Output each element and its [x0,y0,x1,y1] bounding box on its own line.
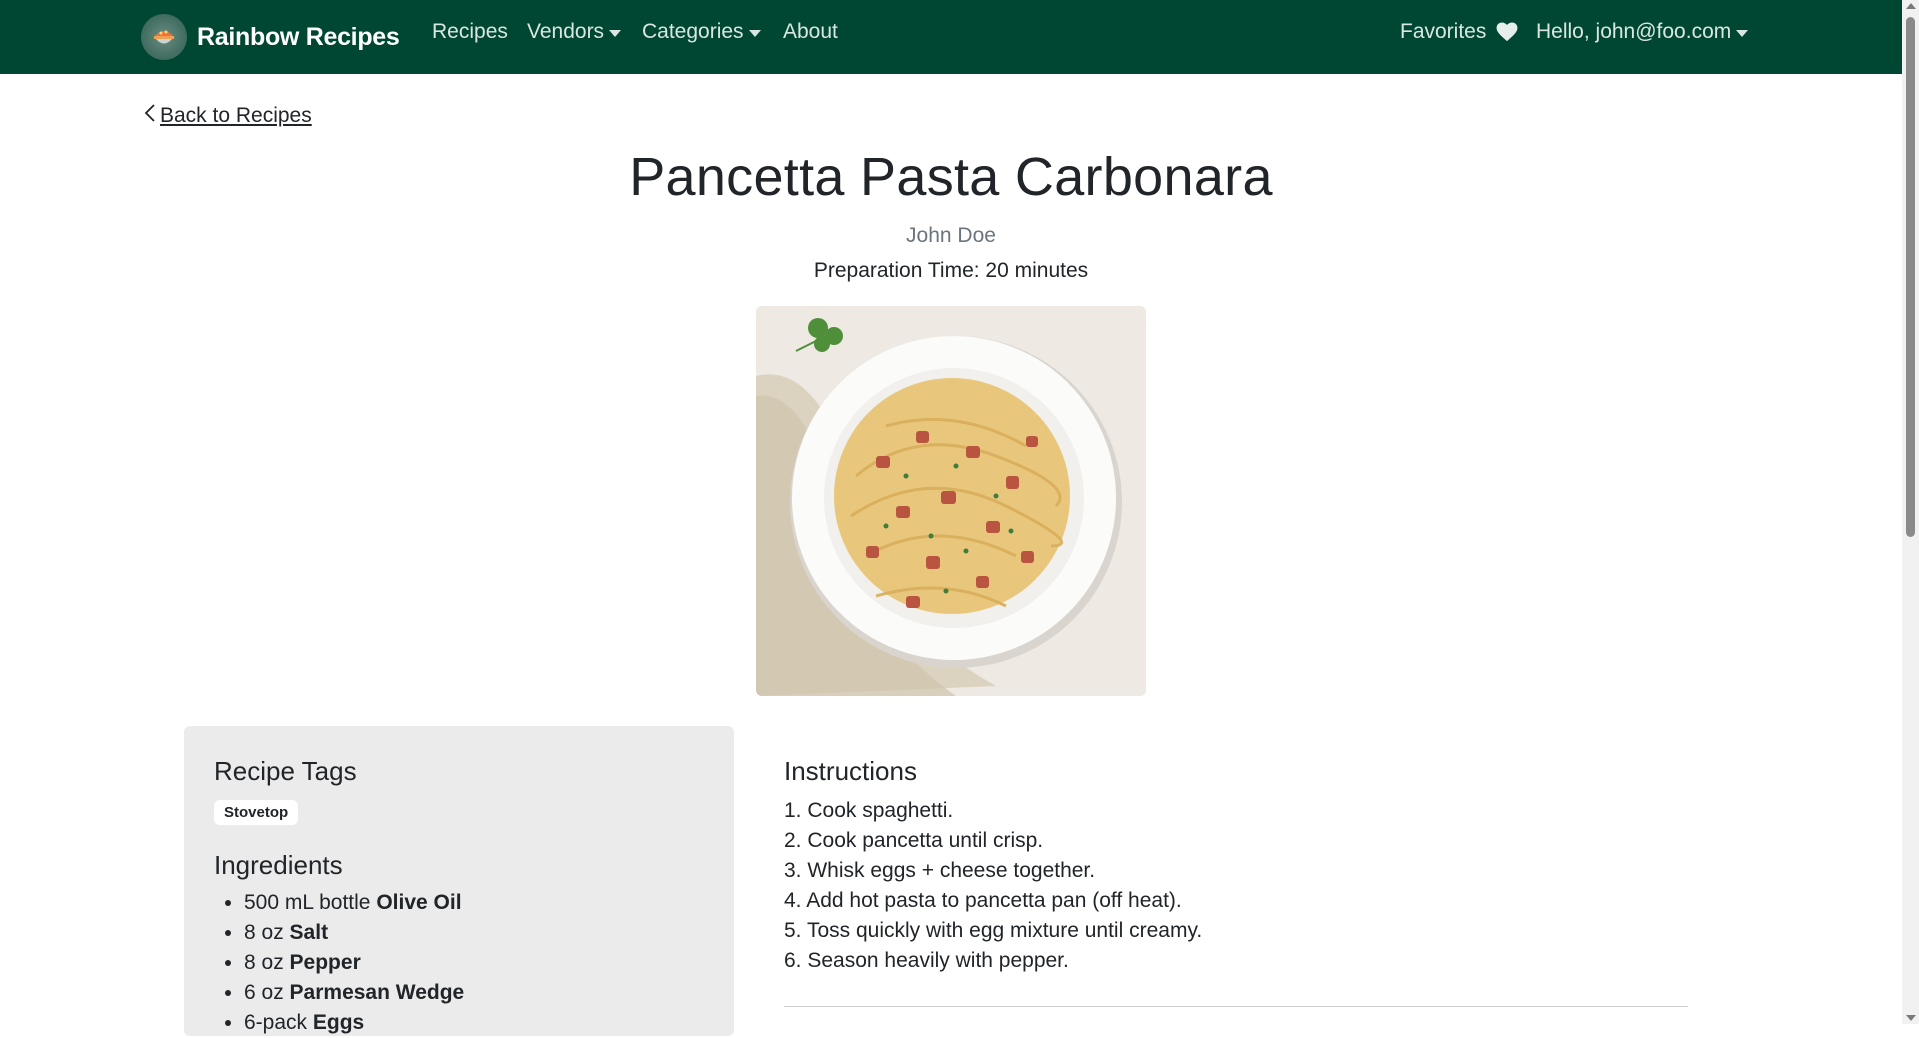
scroll-up-arrow-icon[interactable] [1906,3,1916,9]
recipe-image [756,306,1146,696]
back-to-recipes-link[interactable]: Back to Recipes [144,104,312,128]
scroll-down-arrow-icon[interactable] [1906,1015,1916,1021]
nav-categories-label: Categories [642,20,744,43]
favorites-link[interactable]: Favorites [1400,20,1518,44]
ingredient-quantity: 8 oz [244,921,284,944]
instruction-step: 2. Cook pancetta until crisp. [784,829,1044,852]
brand-name: Rainbow Recipes [197,22,400,51]
ingredient-item: 500 mL bottle Olive Oil [244,888,464,918]
nav-about[interactable]: About [783,20,838,44]
ingredient-name: Eggs [312,1011,365,1034]
ingredient-name: Salt [289,921,329,944]
instructions-list: 1. Cook spaghetti. 2. Cook pancetta unti… [784,796,1202,976]
ingredient-item: 8 oz Pepper [244,948,464,978]
ingredient-quantity: 6-pack [244,1011,308,1034]
instructions-heading: Instructions [784,756,917,786]
recipe-tags-heading: Recipe Tags [214,756,357,786]
instruction-step: 3. Whisk eggs + cheese together. [784,859,1096,882]
ingredient-item: 8 oz Salt [244,918,464,948]
user-menu-dropdown[interactable]: Hello, john@foo.com [1536,20,1749,44]
navbar: Rainbow Recipes Recipes Vendors Categori… [0,0,1902,74]
ingredient-quantity: 8 oz [244,951,284,974]
ingredient-name: Olive Oil [376,891,462,914]
instruction-step: 1. Cook spaghetti. [784,799,954,822]
page-scrollbar[interactable] [1902,0,1919,1024]
caret-down-icon [748,29,761,37]
recipe-author: John Doe [906,224,996,247]
ingredient-item: 6-pack Eggs [244,1008,464,1038]
recipe-sidebar-card: Recipe Tags Stovetop Ingredients 500 mL … [184,726,734,1036]
ingredients-heading: Ingredients [214,850,343,880]
instruction-step: 6. Season heavily with pepper. [784,949,1069,972]
page-title: Pancetta Pasta Carbonara [629,147,1273,207]
caret-down-icon [609,29,622,37]
instruction-step: 5. Toss quickly with egg mixture until c… [784,919,1203,942]
nav-recipes[interactable]: Recipes [432,20,508,44]
section-divider [784,1006,1688,1007]
instruction-step: 4. Add hot pasta to pancetta pan (off he… [784,889,1182,912]
heart-icon [1496,22,1518,42]
ingredient-quantity: 6 oz [244,981,284,1004]
nav-vendors-dropdown[interactable]: Vendors [527,20,622,44]
chevron-left-icon [144,104,156,128]
favorites-label: Favorites [1400,20,1487,43]
back-link-label: Back to Recipes [160,104,312,127]
preparation-time: Preparation Time: 20 minutes [813,259,1089,282]
nav-vendors-label: Vendors [527,20,605,43]
ingredient-quantity: 500 mL bottle [244,891,371,914]
brand-logo-icon [141,14,187,60]
ingredient-item: 6 oz Parmesan Wedge [244,978,464,1008]
recipe-tag[interactable]: Stovetop [214,800,299,825]
user-menu-label: Hello, john@foo.com [1536,20,1732,43]
ingredient-name: Pepper [289,951,361,974]
brand-link[interactable]: Rainbow Recipes [141,12,400,62]
ingredients-list: 500 mL bottle Olive Oil 8 oz Salt 8 oz P… [214,888,464,1038]
scrollbar-thumb[interactable] [1906,17,1915,537]
nav-categories-dropdown[interactable]: Categories [642,20,761,44]
ingredient-name: Parmesan Wedge [289,981,465,1004]
caret-down-icon [1736,29,1749,37]
